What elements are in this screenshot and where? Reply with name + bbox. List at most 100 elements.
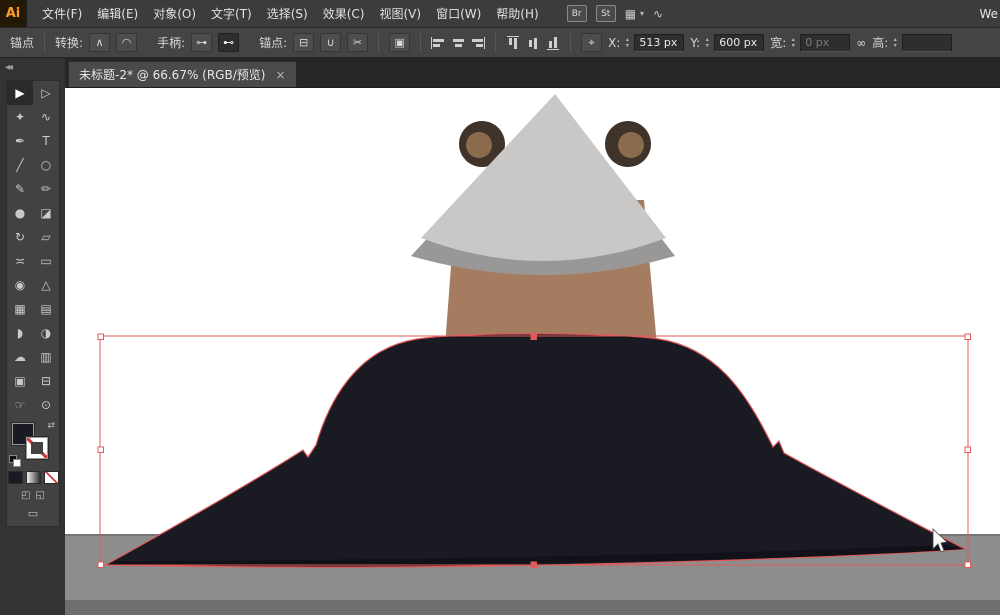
pencil-tool[interactable]: ✏ bbox=[33, 177, 59, 201]
stock-button[interactable]: St bbox=[596, 5, 616, 22]
selection-handle-bottom-right[interactable] bbox=[965, 562, 971, 568]
align-center-vertical-button[interactable] bbox=[527, 36, 539, 50]
type-tool[interactable]: T bbox=[33, 129, 59, 153]
width-stepper[interactable]: ▴▾ bbox=[788, 34, 798, 52]
screen-mode-icon[interactable]: ▭ bbox=[28, 507, 38, 520]
convert-to-corner-button[interactable]: ∧ bbox=[89, 33, 110, 52]
workspace-switcher[interactable]: We bbox=[979, 7, 998, 21]
divider bbox=[495, 33, 496, 53]
menu-object[interactable]: 对象(O) bbox=[153, 5, 196, 22]
selection-handle-bottom-center[interactable] bbox=[531, 562, 537, 568]
default-fill-stroke-icon[interactable] bbox=[9, 455, 21, 467]
fill-stroke-control: ⇄ bbox=[9, 421, 57, 467]
stroke-color-swatch[interactable] bbox=[26, 437, 48, 459]
height-input[interactable] bbox=[902, 34, 952, 52]
column-graph-tool[interactable]: ▥ bbox=[33, 345, 59, 369]
gradient-mode-button[interactable] bbox=[26, 471, 41, 484]
menu-help[interactable]: 帮助(H) bbox=[496, 5, 538, 22]
selection-handle-top-right[interactable] bbox=[965, 334, 971, 340]
isolate-object-button[interactable]: ▣ bbox=[389, 33, 410, 52]
touch-workspace-icon[interactable]: ∿ bbox=[653, 7, 663, 21]
height-stepper[interactable]: ▴▾ bbox=[890, 34, 900, 52]
scale-tool[interactable]: ▱ bbox=[33, 225, 59, 249]
y-input[interactable]: 600 px bbox=[714, 34, 764, 52]
hide-handles-button[interactable]: ⊷ bbox=[218, 33, 239, 52]
spin-down-icon[interactable]: ▾ bbox=[890, 43, 900, 49]
ellipse-tool[interactable]: ○ bbox=[33, 153, 59, 177]
symbol-sprayer-tool[interactable]: ☁ bbox=[7, 345, 33, 369]
chevron-down-icon[interactable]: ▾ bbox=[640, 9, 644, 18]
spin-down-icon[interactable]: ▾ bbox=[622, 43, 632, 49]
close-icon[interactable]: × bbox=[275, 68, 285, 82]
right-ear-inner[interactable] bbox=[618, 132, 644, 158]
selection-handle-bottom-left[interactable] bbox=[98, 562, 104, 568]
gradient-tool[interactable]: ▤ bbox=[33, 297, 59, 321]
width-input[interactable]: 0 px bbox=[800, 34, 850, 52]
color-mode-button[interactable] bbox=[8, 471, 23, 484]
selection-handle-middle-left[interactable] bbox=[98, 447, 104, 453]
blend-tool[interactable]: ◑ bbox=[33, 321, 59, 345]
connect-endpoints-button[interactable]: ∪ bbox=[320, 33, 341, 52]
blob-brush-tool[interactable]: ● bbox=[7, 201, 33, 225]
document-tab[interactable]: 未标题-2* @ 66.67% (RGB/预览) × bbox=[68, 61, 297, 87]
paintbrush-tool[interactable]: ✎ bbox=[7, 177, 33, 201]
selection-handle-top-center[interactable] bbox=[531, 334, 537, 340]
lasso-tool[interactable]: ∿ bbox=[33, 105, 59, 129]
pasteboard-dark-strip bbox=[65, 600, 1000, 615]
swap-fill-stroke-icon[interactable]: ⇄ bbox=[47, 421, 55, 431]
magic-wand-tool[interactable]: ✦ bbox=[7, 105, 33, 129]
tools-grid: ▶▷✦∿✒T╱○✎✏●◪↻▱≍▭◉△▦▤◗◑☁▥▣⊟☞⊙ bbox=[7, 81, 59, 417]
menu-effect[interactable]: 效果(C) bbox=[323, 5, 365, 22]
rotate-tool[interactable]: ↻ bbox=[7, 225, 33, 249]
collapse-dock-icon[interactable]: ◂◂ bbox=[0, 58, 65, 73]
none-mode-button[interactable] bbox=[44, 471, 59, 484]
selection-handle-middle-right[interactable] bbox=[965, 447, 971, 453]
selection-tool[interactable]: ▶ bbox=[7, 81, 33, 105]
line-segment-tool[interactable]: ╱ bbox=[7, 153, 33, 177]
spin-down-icon[interactable]: ▾ bbox=[788, 43, 798, 49]
zoom-tool[interactable]: ⊙ bbox=[33, 393, 59, 417]
selection-handle-top-left[interactable] bbox=[98, 334, 104, 340]
perspective-grid-tool[interactable]: △ bbox=[33, 273, 59, 297]
y-stepper[interactable]: ▴▾ bbox=[702, 34, 712, 52]
menu-view[interactable]: 视图(V) bbox=[379, 5, 421, 22]
width-tool[interactable]: ≍ bbox=[7, 249, 33, 273]
align-bottom-button[interactable] bbox=[547, 36, 559, 50]
menu-select[interactable]: 选择(S) bbox=[267, 5, 308, 22]
align-right-button[interactable] bbox=[471, 37, 485, 49]
delete-anchor-button[interactable]: ⊟ bbox=[293, 33, 314, 52]
arrange-documents-icon[interactable]: ▦ bbox=[625, 7, 636, 21]
eyedropper-tool[interactable]: ◗ bbox=[7, 321, 33, 345]
eraser-tool[interactable]: ◪ bbox=[33, 201, 59, 225]
canvas-area[interactable] bbox=[65, 88, 1000, 615]
constrain-proportions-icon[interactable]: ∞ bbox=[856, 36, 866, 50]
menu-file[interactable]: 文件(F) bbox=[42, 5, 82, 22]
cut-path-button[interactable]: ✂ bbox=[347, 33, 368, 52]
mesh-tool[interactable]: ▦ bbox=[7, 297, 33, 321]
x-stepper[interactable]: ▴▾ bbox=[622, 34, 632, 52]
hand-tool[interactable]: ☞ bbox=[7, 393, 33, 417]
convert-to-smooth-button[interactable]: ◠ bbox=[116, 33, 137, 52]
pen-tool[interactable]: ✒ bbox=[7, 129, 33, 153]
draw-behind-icon[interactable]: ◱ bbox=[36, 490, 45, 501]
menu-edit[interactable]: 编辑(E) bbox=[97, 5, 138, 22]
menu-window[interactable]: 窗口(W) bbox=[436, 5, 481, 22]
shape-builder-tool[interactable]: ◉ bbox=[7, 273, 33, 297]
draw-normal-icon[interactable]: ◰ bbox=[21, 490, 30, 501]
bridge-button[interactable]: Br bbox=[567, 5, 587, 22]
align-center-horizontal-button[interactable] bbox=[451, 37, 465, 49]
slice-tool[interactable]: ⊟ bbox=[33, 369, 59, 393]
x-input[interactable]: 513 px bbox=[634, 34, 684, 52]
spin-down-icon[interactable]: ▾ bbox=[702, 43, 712, 49]
x-label: X: bbox=[608, 36, 620, 50]
show-handles-button[interactable]: ⊶ bbox=[191, 33, 212, 52]
align-top-button[interactable] bbox=[507, 36, 519, 50]
align-left-button[interactable] bbox=[431, 37, 445, 49]
menu-type[interactable]: 文字(T) bbox=[211, 5, 252, 22]
free-transform-tool[interactable]: ▭ bbox=[33, 249, 59, 273]
direct-selection-tool[interactable]: ▷ bbox=[33, 81, 59, 105]
artboard-tool[interactable]: ▣ bbox=[7, 369, 33, 393]
left-ear-inner[interactable] bbox=[466, 132, 492, 158]
reference-point-button[interactable]: ⌖ bbox=[581, 33, 602, 52]
app-logo: Ai bbox=[0, 0, 27, 27]
